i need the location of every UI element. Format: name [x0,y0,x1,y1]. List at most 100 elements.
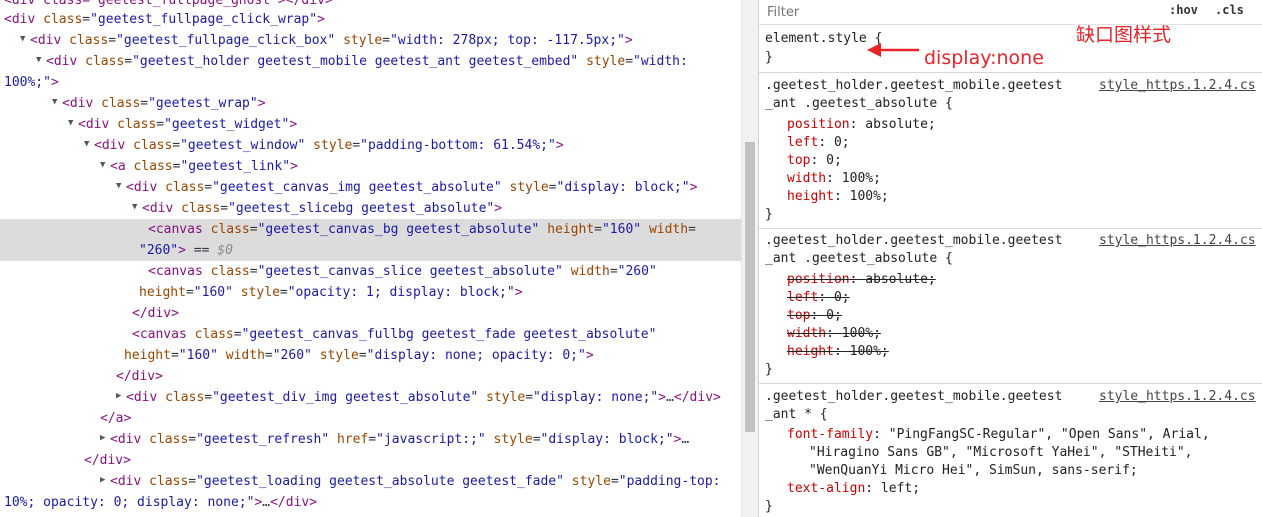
expand-arrow-icon[interactable]: ▼ [132,197,142,218]
dom-token: height [124,348,171,363]
dom-node-line[interactable]: ▼ <div class="geetest_widget"> [0,114,741,135]
dom-token: style [343,33,383,48]
rule3-source-link[interactable]: style_https.1.2.4.cs [1099,388,1256,406]
dom-token: "geetest_slicebg geetest_absolute" [228,201,495,216]
dom-node-line[interactable]: ▼ <div class="geetest_slicebg geetest_abs… [0,198,741,219]
dom-token: > [624,33,633,48]
expand-arrow-icon[interactable]: ▼ [116,176,126,197]
element-style-close: } [765,50,773,65]
dom-token [641,222,649,237]
rule2-selector-line1: .geetest_holder.geetest_mobile.geetest [765,233,1063,248]
dom-node-line[interactable]: height="160" width="260" style="display:… [0,345,741,366]
dom-token: </div> [270,495,318,510]
dom-token: <div [94,138,134,153]
dom-node-line[interactable]: ▼ <div class="geetest_window" style="padd… [0,135,741,156]
dom-token: </div> [116,369,163,384]
styles-filter-input[interactable] [765,2,1149,22]
dom-token: class [149,432,189,447]
rule1-source-link[interactable]: style_https.1.2.4.cs [1099,77,1256,95]
dom-token: = [204,180,213,195]
collapse-arrow-icon[interactable]: ▶ [116,386,126,407]
dom-node-line[interactable]: </div> [0,303,741,324]
dom-token: <div [46,54,86,69]
dom-token: class [85,54,125,69]
dom-node-line[interactable]: ▼ <div class="geetest_canvas_img geetest_… [0,177,741,198]
dom-node-line[interactable]: <canvas class="geetest_canvas_fullbg gee… [0,324,741,345]
dom-node-line[interactable]: <canvas class="geetest_canvas_slice geet… [0,261,741,282]
dom-token: "display: none; opacity: 0;" [366,348,586,363]
collapse-arrow-icon[interactable]: ▶ [100,428,110,449]
dom-token: = [172,138,181,153]
dom-token: style [509,180,549,195]
dom-token: style [319,348,359,363]
dom-node-line[interactable]: 100%;"> [0,72,741,93]
dom-token: > [689,180,698,195]
rule1-prop-left[interactable]: left: 0; [787,134,850,152]
dom-node-line[interactable]: </div> [0,366,741,387]
dom-token: = [609,264,618,279]
dom-token: height [139,285,186,300]
dom-node-line[interactable]: ▼ <div class="geetest_wrap"> [0,93,741,114]
dom-token: 100%;" [4,75,51,90]
annotation-display-none: display:none [924,47,1044,69]
dom-node-line[interactable]: ▼ <div class="geetest_holder geetest_mobi… [0,51,741,72]
rule1-prop-top[interactable]: top: 0; [787,152,842,170]
rule2-source-link[interactable]: style_https.1.2.4.cs [1099,232,1256,250]
dom-token: > [494,201,503,216]
dom-token: </a> [100,411,132,426]
dom-node-line[interactable]: ▼ <a class="geetest_link"> [0,156,741,177]
dom-node-line[interactable]: </div> [0,450,741,471]
dom-node-line[interactable]: ▶ <div class="geetest_loading geetest_abs… [0,471,741,492]
rule1-prop-height[interactable]: height: 100%; [787,188,889,206]
dom-node-line[interactable]: ▶ <div class="geetest_div_img geetest_abs… [0,387,741,408]
dom-node-line[interactable]: <div class="geetest_fullpage_click_wrap"… [0,9,741,30]
dom-token: "geetest_refresh" [196,432,330,447]
cls-toggle-button[interactable]: .cls [1215,3,1244,17]
dom-token: width [570,264,610,279]
elements-scrollbar[interactable] [741,0,758,517]
expand-arrow-icon[interactable]: ▼ [84,134,94,155]
rule3-prop-font-family[interactable]: font-family: "PingFangSC-Regular", "Open… [787,426,1210,444]
dom-token: … [262,495,271,510]
dom-token: = [358,348,367,363]
rule2-prop-position[interactable]: position: absolute; [787,271,936,289]
dom-node-line[interactable]: ▼ <div class="geetest_fullpage_click_box"… [0,30,741,51]
expand-arrow-icon[interactable]: ▼ [52,92,62,113]
expand-arrow-icon[interactable]: ▼ [20,29,30,50]
dom-token: > [555,138,564,153]
dom-token: "padding-top: [618,474,721,489]
dom-token: > [585,348,594,363]
scrollbar-thumb[interactable] [745,142,755,432]
dom-token: <a [110,159,134,174]
dom-node-line[interactable]: height="160" style="opacity: 1; display:… [0,282,741,303]
rule2-close: } [765,362,773,377]
rule2-prop-height[interactable]: height: 100%; [787,343,889,361]
dom-node-selected[interactable]: <canvas class="geetest_canvas_bg geetest… [0,219,741,240]
rule3-prop-text-align[interactable]: text-align: left; [787,480,920,498]
dom-node-selected[interactable]: "260"> == $0 [0,240,741,261]
rule2-prop-left[interactable]: left: 0; [787,289,850,307]
rule2-prop-width[interactable]: width: 100%; [787,325,881,343]
dom-token: class [210,222,250,237]
dom-token: class [133,138,173,153]
dom-token: … [681,432,690,447]
hov-toggle-button[interactable]: :hov [1169,3,1198,17]
rule-separator [759,72,1262,73]
dom-node-line[interactable]: 10%; opacity: 0; display: none;">…</div> [0,492,741,513]
dom-node-line[interactable]: </a> [0,408,741,429]
dom-node-line[interactable]: ▶ <div class="geetest_refresh" href="java… [0,429,741,450]
rule1-prop-width[interactable]: width: 100%; [787,170,881,188]
dom-token [335,33,343,48]
collapse-arrow-icon[interactable]: ▶ [100,470,110,491]
dom-token: style [240,285,280,300]
dom-token: "geetest_canvas_fullbg geetest_fade geet… [241,327,657,342]
expand-arrow-icon[interactable]: ▼ [100,155,110,176]
expand-arrow-icon[interactable]: ▼ [36,50,46,71]
dom-token: = [249,264,258,279]
expand-arrow-icon[interactable]: ▼ [68,113,78,134]
dom-token [218,348,226,363]
dom-token: <div [78,117,118,132]
rule2-prop-top[interactable]: top: 0; [787,307,842,325]
rule1-prop-position[interactable]: position: absolute; [787,116,936,134]
dom-token: <div [4,12,44,27]
